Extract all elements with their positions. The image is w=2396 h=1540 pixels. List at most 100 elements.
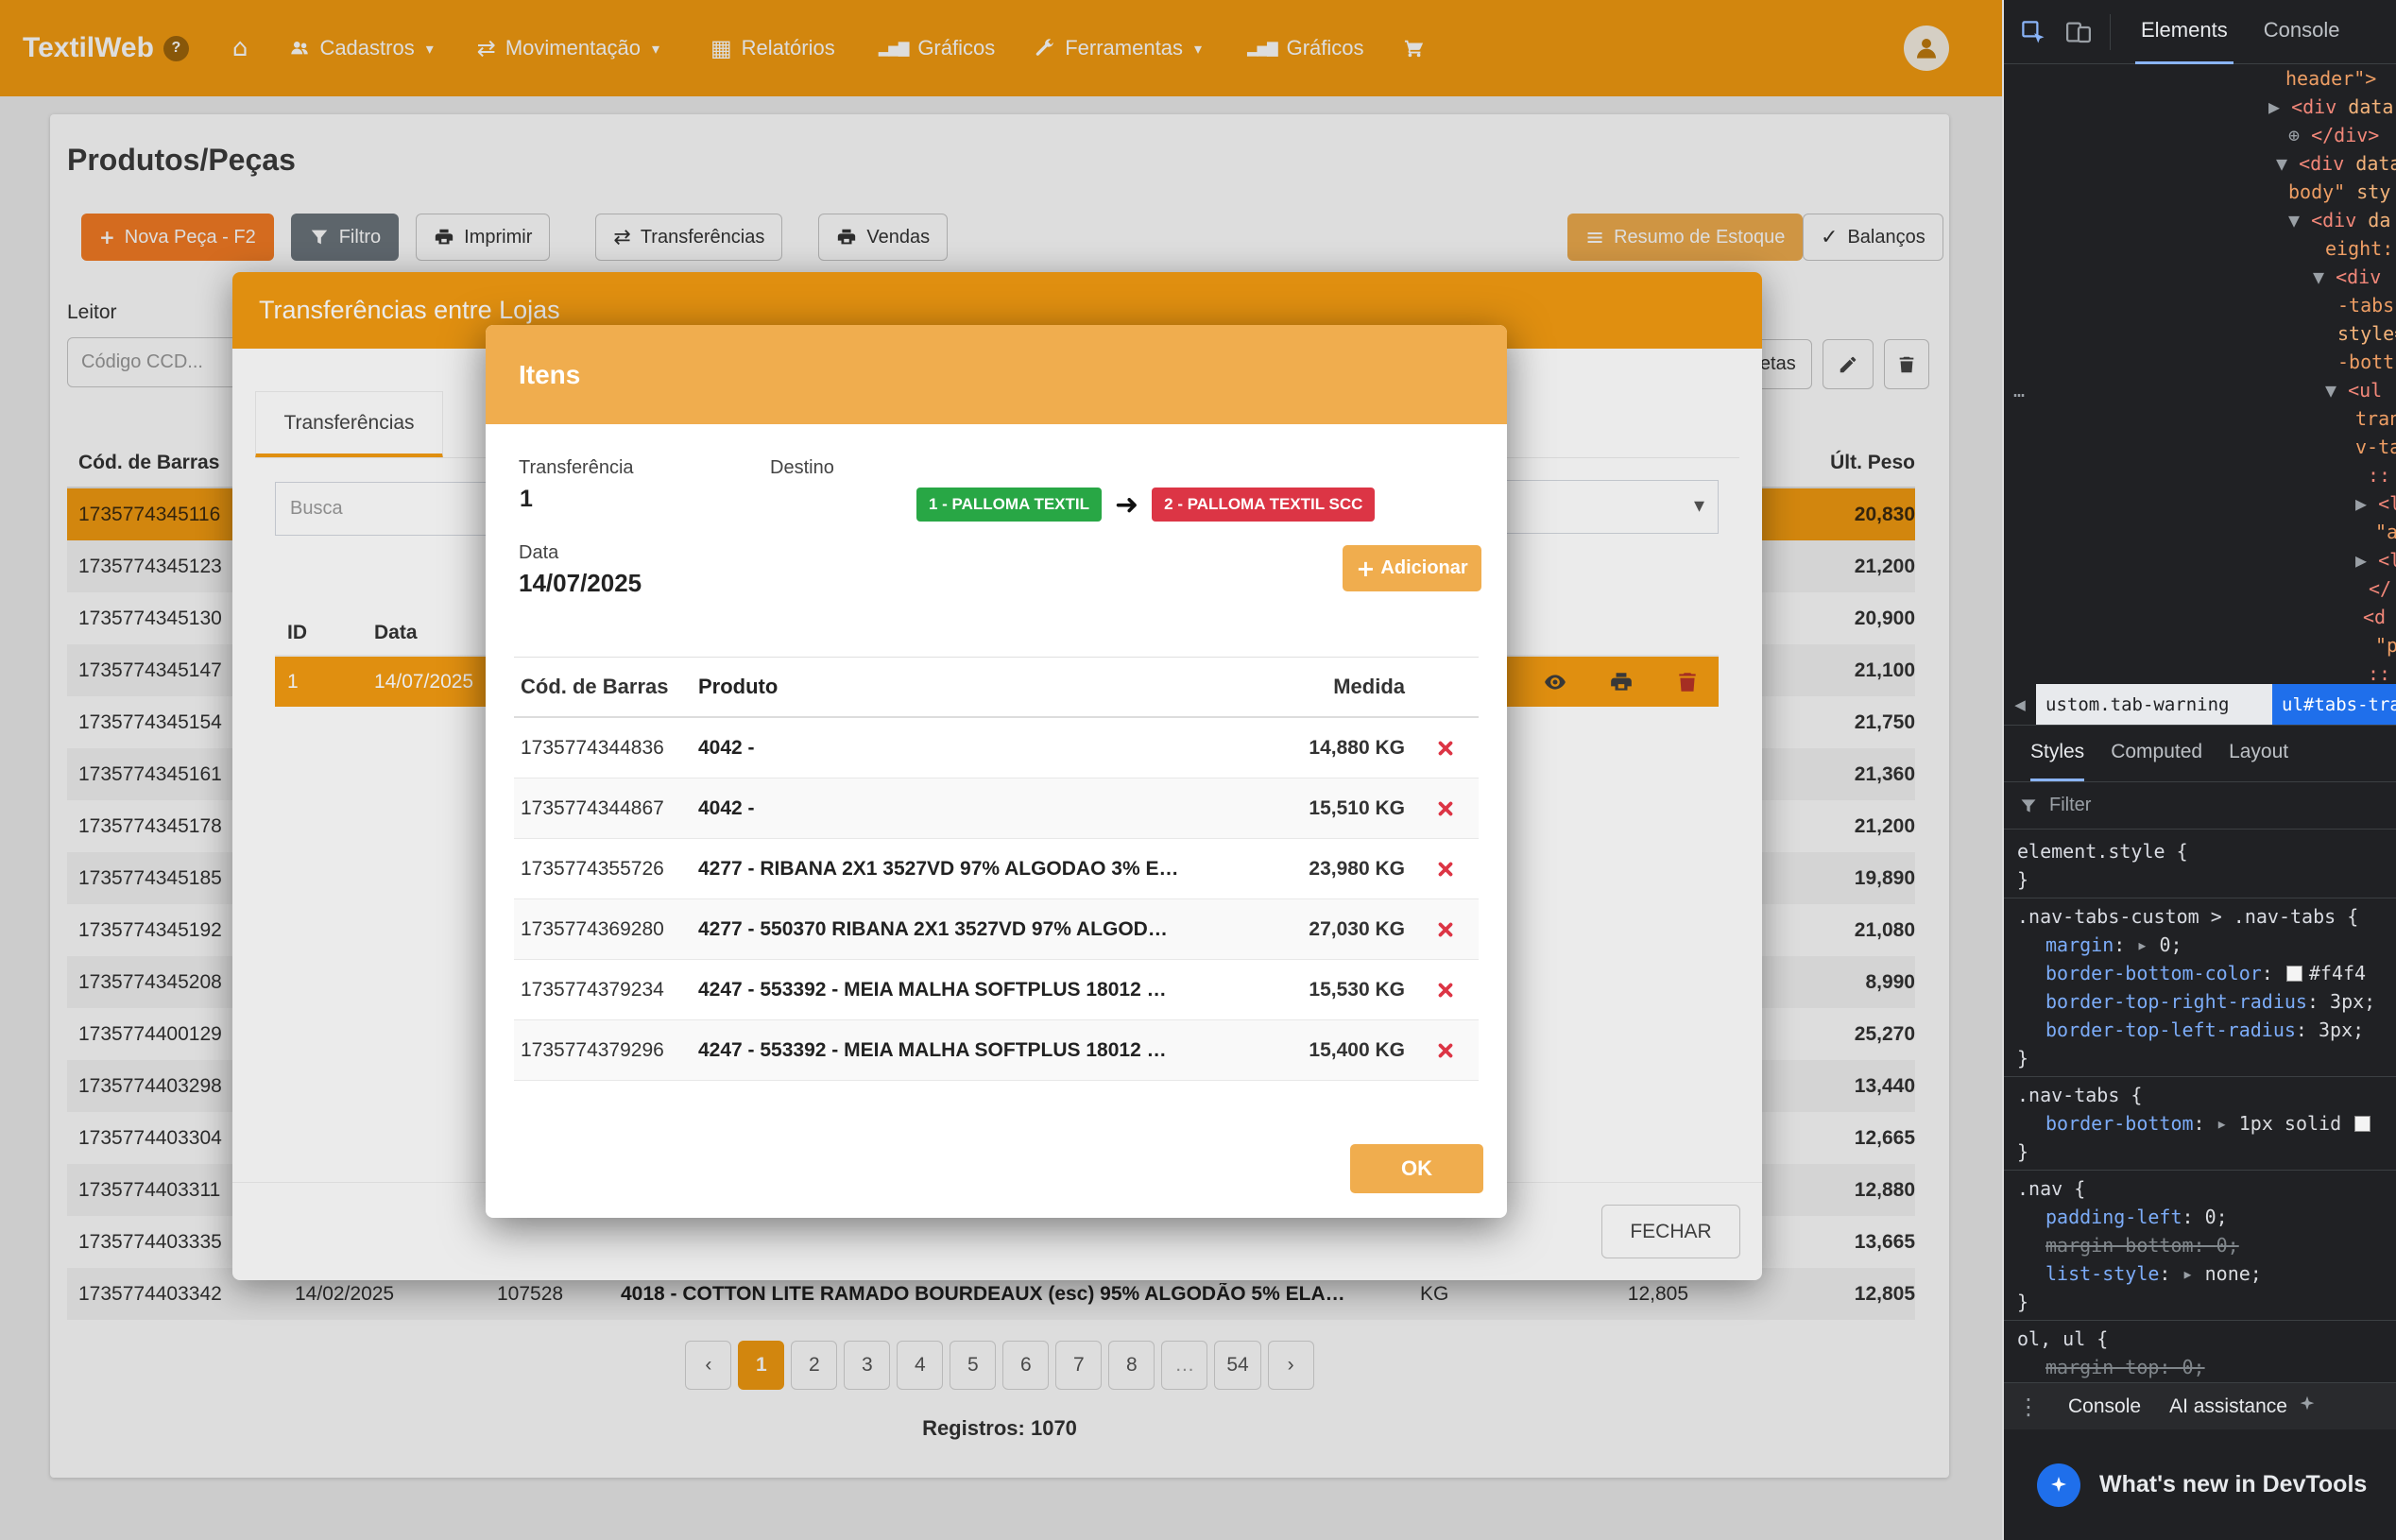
css-line[interactable]: padding-left: 0; [2004, 1203, 2396, 1231]
cell-produto: 4042 - [692, 797, 1242, 820]
css-line[interactable]: .nav { [2004, 1174, 2396, 1203]
css-line[interactable] [2004, 894, 2396, 898]
dom-tree-line[interactable]: ▼ <div da [2004, 206, 2396, 234]
css-line[interactable]: } [2004, 1288, 2396, 1316]
dom-tree-line[interactable]: ⊕ </div> [2004, 121, 2396, 149]
item-row[interactable]: 1735774355726 4277 - RIBANA 2X1 3527VD 9… [514, 839, 1479, 899]
dom-tree-line[interactable]: ▶ <l [2004, 489, 2396, 518]
css-line[interactable]: border-top-left-radius: 3px; [2004, 1016, 2396, 1044]
drawer-tab-console[interactable]: Console [2068, 1395, 2141, 1418]
remove-item-button[interactable] [1412, 1040, 1479, 1061]
css-line[interactable]: margin-bottom: 0; [2004, 1231, 2396, 1259]
item-row[interactable]: 1735774344836 4042 - 14,880 KG [514, 718, 1479, 779]
dom-tree-line[interactable]: body" sty [2004, 178, 2396, 206]
ai-spark-icon [2297, 1394, 2318, 1420]
remove-item-button[interactable] [1412, 980, 1479, 1001]
css-line[interactable] [2004, 1072, 2396, 1077]
css-line[interactable]: margin: ▸ 0; [2004, 931, 2396, 959]
css-line[interactable]: border-bottom-color: #f4f4 [2004, 959, 2396, 987]
css-line[interactable]: list-style: ▸ none; [2004, 1259, 2396, 1288]
dom-tree-line[interactable]: :: [2004, 659, 2396, 684]
cell-medida: 14,880 KG [1242, 737, 1412, 760]
cell-medida: 23,980 KG [1242, 858, 1412, 881]
ok-button[interactable]: OK [1350, 1144, 1483, 1193]
tab-elements[interactable]: Elements [2135, 0, 2233, 64]
css-line[interactable]: } [2004, 1044, 2396, 1072]
css-line[interactable]: .nav-tabs { [2004, 1081, 2396, 1109]
dom-tree-line[interactable]: ▼ <div data [2004, 149, 2396, 178]
css-line[interactable]: } [2004, 865, 2396, 894]
css-line[interactable]: border-bottom: ▸ 1px solid [2004, 1109, 2396, 1138]
dom-tree-line[interactable]: <d [2004, 603, 2396, 631]
styles-filter[interactable]: Filter [2004, 782, 2396, 830]
cell-medida: 15,510 KG [1242, 797, 1412, 820]
item-row[interactable]: 1735774379234 4247 - 553392 - MEIA MALHA… [514, 960, 1479, 1020]
filter-placeholder: Filter [2049, 795, 2091, 816]
dom-tree-line[interactable]: ▶ <l [2004, 546, 2396, 574]
crumb-scroll-left-icon[interactable]: ◀ [2004, 684, 2036, 725]
x-icon [1435, 798, 1456, 819]
dom-tree-line[interactable]: ▼ <ul [2004, 376, 2396, 404]
item-row[interactable]: 1735774344867 4042 - 15,510 KG [514, 779, 1479, 839]
kebab-menu-icon[interactable]: ⋮ [2017, 1394, 2040, 1420]
item-row[interactable]: 1735774369280 4277 - 550370 RIBANA 2X1 3… [514, 899, 1479, 960]
tab-computed[interactable]: Computed [2111, 726, 2202, 781]
cell-barcode: 1735774379296 [514, 1039, 692, 1062]
cell-barcode: 1735774379234 [514, 979, 692, 1001]
remove-item-button[interactable] [1412, 919, 1479, 940]
more-nodes-indicator[interactable]: … [2013, 376, 2025, 404]
inspect-element-icon[interactable] [2019, 18, 2047, 46]
dom-tree-line[interactable]: ▶ <div data [2004, 93, 2396, 121]
remove-item-button[interactable] [1412, 859, 1479, 880]
dom-tree-line[interactable]: eight: [2004, 234, 2396, 263]
dom-tree-line[interactable]: style= [2004, 319, 2396, 348]
breadcrumb-parent[interactable]: ustom.tab-warning [2036, 684, 2272, 725]
dom-tree-line[interactable]: -bott [2004, 348, 2396, 376]
tab-styles[interactable]: Styles [2030, 726, 2084, 781]
device-toolbar-icon[interactable] [2064, 18, 2093, 46]
dom-tree-line[interactable]: :: [2004, 461, 2396, 489]
col-produto: Produto [692, 675, 1242, 699]
css-line[interactable]: element.style { [2004, 837, 2396, 865]
styles-pane: element.style { } .nav-tabs-custom > .na… [2004, 830, 2396, 1382]
dom-lines: header"> ▶ <div data ⊕ </div> ▼ <div dat… [2004, 64, 2396, 684]
remove-item-button[interactable] [1412, 738, 1479, 759]
cell-produto: 4247 - 553392 - MEIA MALHA SOFTPLUS 1801… [692, 979, 1242, 1001]
remove-item-button[interactable] [1412, 798, 1479, 819]
cell-medida: 15,400 KG [1242, 1039, 1412, 1062]
dom-tree-line[interactable]: "p [2004, 631, 2396, 659]
dom-tree-line[interactable]: ▼ <div [2004, 263, 2396, 291]
breadcrumb-selected[interactable]: ul#tabs-tra [2272, 684, 2396, 725]
origin-store-badge: 1 - PALLOMA TEXTIL [916, 488, 1102, 522]
css-line[interactable] [2004, 1166, 2396, 1171]
destino-label: Destino [770, 457, 834, 479]
tab-layout[interactable]: Layout [2229, 726, 2288, 781]
x-icon [1435, 738, 1456, 759]
x-icon [1435, 919, 1456, 940]
data-label: Data [519, 542, 558, 564]
dom-tree-line[interactable]: v-ta [2004, 433, 2396, 461]
item-row[interactable]: 1735774379296 4247 - 553392 - MEIA MALHA… [514, 1020, 1479, 1081]
dom-tree-line[interactable]: "a [2004, 518, 2396, 546]
button-label: Adicionar [1380, 557, 1467, 579]
css-line[interactable]: .nav-tabs-custom > .nav-tabs { [2004, 902, 2396, 931]
adicionar-button[interactable]: +Adicionar [1343, 545, 1481, 591]
x-icon [1435, 1040, 1456, 1061]
css-line[interactable] [2004, 1316, 2396, 1321]
whats-new-bar[interactable]: What's new in DevTools [2004, 1429, 2396, 1540]
drawer-tab-ai[interactable]: AI assistance [2169, 1395, 2287, 1418]
css-line[interactable]: border-top-right-radius: 3px; [2004, 987, 2396, 1016]
col-barcode: Cód. de Barras [514, 675, 692, 699]
dom-tree-line[interactable]: -tabs- [2004, 291, 2396, 319]
css-line[interactable]: ol, ul { [2004, 1325, 2396, 1353]
cell-produto: 4277 - 550370 RIBANA 2X1 3527VD 97% ALGO… [692, 918, 1242, 941]
dom-tree-line[interactable]: tran [2004, 404, 2396, 433]
cell-medida: 27,030 KG [1242, 918, 1412, 941]
dom-tree-line[interactable]: </ [2004, 574, 2396, 603]
dom-tree-line[interactable]: header"> [2004, 64, 2396, 93]
tab-console[interactable]: Console [2258, 0, 2346, 64]
devtools-toolbar: Elements Console [2004, 0, 2396, 64]
x-icon [1435, 980, 1456, 1001]
css-line[interactable]: margin-top: 0; [2004, 1353, 2396, 1381]
css-line[interactable]: } [2004, 1138, 2396, 1166]
